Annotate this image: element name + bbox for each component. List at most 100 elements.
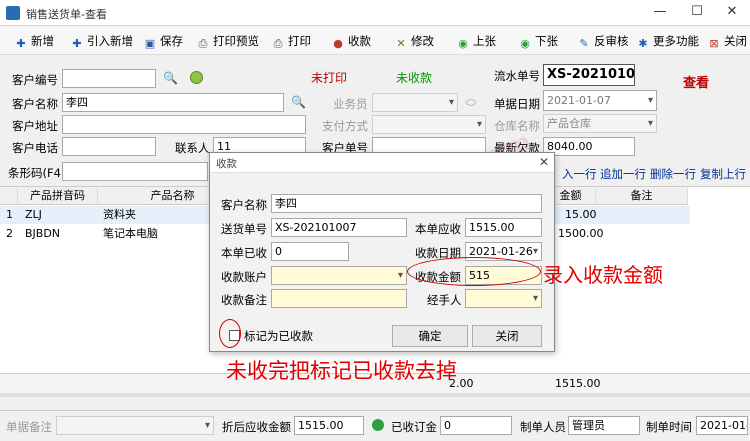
window-close-button[interactable]: ✕ [722, 3, 742, 21]
mark-received-label[interactable]: 标记为已收款 [244, 328, 313, 344]
toolbar-receipt-button[interactable]: ● 收款 [331, 32, 371, 50]
barcode-input[interactable] [62, 162, 208, 181]
toolbar-import-button[interactable]: ✚ 引入新增 [70, 32, 133, 50]
dialog-remark-input[interactable] [271, 289, 407, 308]
toolbar-prev-button[interactable]: ◉ 上张 [456, 32, 496, 50]
customer-address-input[interactable] [62, 115, 306, 134]
toolbar-print-button[interactable]: ⎙ 打印 [271, 32, 311, 50]
customer-name-input[interactable]: 李四 [62, 93, 284, 112]
product-code: ZLJ [25, 208, 42, 221]
serial-number: XS-202101007 [543, 64, 635, 86]
creator-value: 管理员 [568, 416, 640, 435]
more-icon: ✱ [638, 37, 648, 50]
amount-annotation: 录入收款金额 [543, 263, 663, 287]
dialog-close-button[interactable]: 关闭 [472, 325, 542, 347]
dialog-ok-button[interactable]: 确定 [392, 325, 468, 347]
view-mode-label: 查看 [683, 76, 710, 91]
print-preview-icon: ⎙ [198, 37, 208, 50]
dialog-handler-select[interactable] [465, 289, 542, 308]
delete-row-link[interactable]: 删除一行 [650, 166, 696, 182]
copy-prev-row-link[interactable]: 复制上行 [700, 166, 746, 182]
dialog-titlebar: 收款 ✕ [210, 153, 554, 173]
eraser-icon[interactable]: ⬭ [466, 95, 476, 110]
dialog-due-value: 1515.00 [465, 218, 542, 237]
product-code: BJBDN [25, 227, 61, 240]
refresh-icon[interactable] [190, 71, 203, 84]
insert-row-link[interactable]: 入一行 [562, 166, 597, 182]
row-amount: 1500.00 [558, 227, 604, 240]
customer-code-input[interactable] [62, 69, 156, 88]
row-number: 2 [6, 227, 13, 240]
toolbar-next-button[interactable]: ◉ 下张 [518, 32, 558, 50]
toolbar-close-button[interactable]: ⊠ 关闭 [707, 32, 747, 50]
toolbar-label: 打印预览 [213, 34, 259, 48]
toolbar-label: 更多功能 [653, 34, 699, 48]
customer-search-icon[interactable]: 🔍 [291, 95, 306, 109]
grid-header-code[interactable]: 产品拼音码 [18, 187, 98, 205]
grid-horizontal-scrollbar[interactable] [0, 393, 750, 397]
app-icon [6, 6, 20, 20]
receipt-dialog: 收款 ✕ 客户名称 李四 送货单号 XS-202101007 本单应收 1515… [209, 152, 555, 352]
dialog-remark-label: 收款备注 [221, 293, 267, 307]
toolbar-edit-button[interactable]: ✕ 修改 [394, 32, 434, 50]
dialog-account-select[interactable] [271, 266, 407, 285]
total-amount: 1515.00 [555, 377, 601, 390]
maximize-button[interactable]: ☐ [687, 3, 707, 21]
document-date-input[interactable]: 2021-01-07 [543, 90, 657, 111]
toolbar-print-preview-button[interactable]: ⎙ 打印预览 [196, 32, 259, 50]
payment-method-select[interactable] [372, 115, 486, 134]
warehouse-select[interactable]: 产品仓库 [543, 114, 657, 133]
toolbar-label: 引入新增 [87, 34, 133, 48]
latest-debt-value: 8040.00 [543, 137, 635, 156]
remark-label: 单据备注 [6, 420, 52, 434]
toolbar-label: 新增 [31, 34, 54, 48]
unapprove-icon: ✎ [579, 37, 589, 50]
toolbar-label: 修改 [411, 34, 434, 48]
toolbar-unapprove-button[interactable]: ✎ 反审核 [577, 32, 628, 50]
plus-icon: ✚ [16, 37, 26, 50]
toolbar-more-button[interactable]: ✱ 更多功能 [636, 32, 699, 50]
search-icon[interactable]: 🔍 [163, 71, 178, 85]
date-label: 单据日期 [494, 97, 540, 111]
customer-name-label: 客户名称 [12, 97, 58, 111]
prev-icon: ◉ [458, 37, 468, 50]
row-amount: 15.00 [565, 208, 597, 221]
minimize-button[interactable]: — [650, 3, 670, 21]
dialog-due-label: 本单应收 [415, 222, 461, 236]
dialog-close-icon[interactable]: ✕ [539, 155, 549, 169]
remark-select[interactable] [56, 416, 214, 435]
toolbar-label: 收款 [348, 34, 371, 48]
toolbar-plus-button[interactable]: ✚ 新增 [14, 32, 54, 50]
grid-header-remark[interactable]: 备注 [596, 187, 688, 205]
dialog-order-no-label: 送货单号 [221, 222, 267, 236]
print-icon: ⎙ [273, 37, 283, 50]
edit-icon: ✕ [396, 37, 406, 50]
window-title: 销售送货单-查看 [26, 8, 107, 21]
amount-highlight-circle [407, 257, 541, 286]
mark-annotation: 未收完把标记已收款去掉 [226, 359, 457, 383]
customer-phone-label: 客户电话 [12, 141, 58, 155]
payment-method-label: 支付方式 [322, 119, 368, 133]
dialog-order-no-value: XS-202101007 [271, 218, 407, 237]
created-time-value: 2021-01-2 [696, 416, 748, 435]
toolbar-label: 下张 [535, 34, 558, 48]
dialog-received-value: 0 [271, 242, 349, 261]
dialog-handler-label: 经手人 [427, 293, 462, 307]
serial-label: 流水单号 [494, 69, 540, 83]
dialog-account-label: 收款账户 [221, 270, 267, 284]
checkbox-highlight-circle [219, 319, 241, 348]
salesman-select[interactable] [372, 93, 458, 112]
product-name: 笔记本电脑 [103, 227, 158, 240]
customer-phone-input[interactable] [62, 137, 156, 156]
net-receivable-value: 1515.00 [294, 416, 364, 435]
next-icon: ◉ [520, 37, 530, 50]
received-deposit-label: 已收订金 [391, 420, 437, 434]
deposit-status-icon [372, 419, 384, 431]
close-icon: ⊠ [709, 37, 719, 50]
product-name: 资料夹 [103, 208, 136, 221]
append-row-link[interactable]: 追加一行 [600, 166, 646, 182]
salesman-label: 业务员 [333, 97, 368, 111]
receipt-icon: ● [333, 37, 343, 50]
toolbar-save-button[interactable]: ▣ 保存 [143, 32, 183, 50]
dialog-title: 收款 [216, 158, 237, 170]
